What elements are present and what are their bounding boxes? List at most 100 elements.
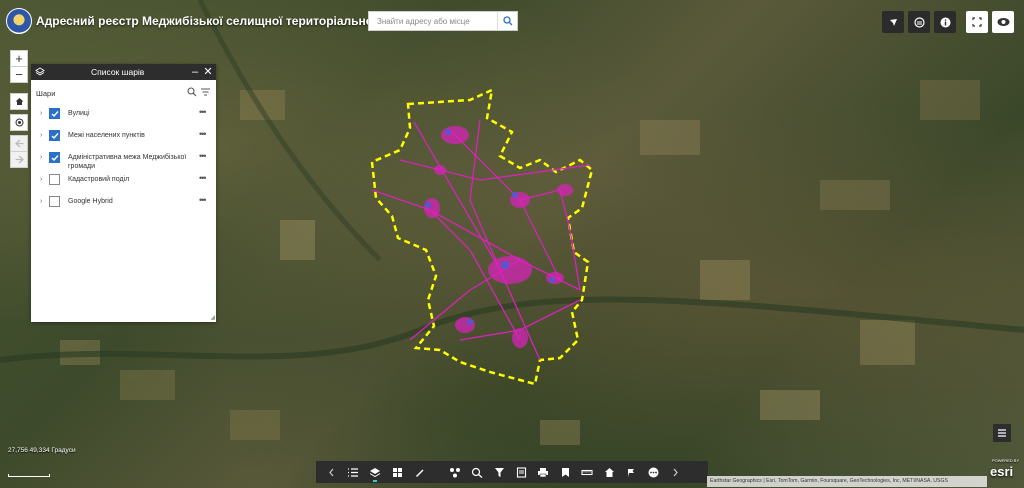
- panel-header: Список шарів – ✕: [31, 64, 216, 80]
- zoom-out-button[interactable]: −: [10, 66, 28, 83]
- layer-item[interactable]: › Кадастровий поділ •••: [31, 170, 216, 192]
- locate-button[interactable]: [10, 114, 28, 131]
- list-icon: [998, 429, 1006, 437]
- layers-label: Шари: [36, 89, 56, 98]
- edit-button[interactable]: [510, 461, 532, 483]
- search-icon: [502, 16, 512, 26]
- layer-options-button[interactable]: •••: [199, 173, 207, 183]
- check-icon: [51, 154, 59, 161]
- layer-options-button[interactable]: •••: [199, 195, 207, 205]
- measure-icon: [581, 469, 593, 475]
- measure-button[interactable]: [576, 461, 598, 483]
- more-icon: [648, 467, 658, 477]
- search-icon[interactable]: [187, 87, 197, 97]
- layer-options-button[interactable]: •••: [199, 151, 207, 161]
- scale-bar: [8, 474, 50, 477]
- filter-options-icon[interactable]: [200, 87, 211, 97]
- layer-checkbox[interactable]: [49, 152, 60, 163]
- expand-icon[interactable]: ›: [40, 132, 42, 139]
- expand-icon[interactable]: ›: [40, 110, 42, 117]
- basemap-icon: [392, 467, 402, 477]
- directions-button[interactable]: [620, 461, 642, 483]
- info-button[interactable]: [934, 11, 956, 33]
- layer-item[interactable]: › Межі населених пунктів •••: [31, 126, 216, 148]
- home-icon: [604, 467, 614, 477]
- minimize-button[interactable]: –: [189, 65, 201, 78]
- expand-icon[interactable]: ›: [40, 198, 42, 205]
- resize-handle[interactable]: ◢: [210, 314, 215, 321]
- check-icon: [51, 132, 59, 139]
- layers-icon: [369, 467, 381, 477]
- layer-checkbox[interactable]: [49, 108, 60, 119]
- more-tools-button[interactable]: [642, 461, 664, 483]
- filter-button[interactable]: [488, 461, 510, 483]
- toolbar-next-button[interactable]: [664, 461, 686, 483]
- layer-list-panel: Список шарів – ✕ Шари › Вулиці ••• › Меж…: [31, 64, 216, 322]
- query-icon: [471, 467, 483, 478]
- close-button[interactable]: ✕: [202, 65, 214, 78]
- toolbar-prev-button[interactable]: [320, 461, 342, 483]
- info-icon: [940, 17, 950, 27]
- compare-button[interactable]: [908, 11, 930, 33]
- next-extent-button[interactable]: [10, 151, 28, 168]
- layer-checkbox[interactable]: [49, 174, 60, 185]
- directions-icon: [627, 468, 634, 477]
- draw-icon: [415, 469, 423, 477]
- layer-name: Вулиці: [68, 110, 90, 117]
- query-button[interactable]: [466, 461, 488, 483]
- print-icon: [538, 467, 548, 477]
- layers-icon: [35, 67, 45, 76]
- chevron-right-icon: [673, 468, 678, 476]
- expand-icon[interactable]: ›: [40, 154, 42, 161]
- draw-button[interactable]: [408, 461, 430, 483]
- bottom-toolbar: [316, 461, 708, 483]
- cursor-button[interactable]: [882, 11, 904, 33]
- basemap-button[interactable]: [386, 461, 408, 483]
- layer-name: Кадастровий поділ: [68, 176, 130, 183]
- print-button[interactable]: [532, 461, 554, 483]
- admin-boundary: [370, 87, 594, 386]
- bookmark-button[interactable]: [554, 461, 576, 483]
- layer-item[interactable]: › Вулиці •••: [31, 104, 216, 126]
- layers-button[interactable]: [364, 461, 386, 483]
- home-icon: [15, 98, 23, 105]
- layer-toggle-button[interactable]: [993, 424, 1011, 442]
- layer-checkbox[interactable]: [49, 196, 60, 207]
- cursor-icon: [889, 18, 897, 26]
- filter-icon: [494, 467, 504, 477]
- fullscreen-button[interactable]: [966, 11, 988, 33]
- layer-name: Межі населених пунктів: [68, 132, 145, 139]
- previous-extent-button[interactable]: [10, 135, 28, 152]
- map-attribution: Earthstar Geographics | Esri, TomTom, Ga…: [707, 476, 987, 487]
- home-extent-button[interactable]: [598, 461, 620, 483]
- layer-item[interactable]: › Адміністративна межа Меджибізької гром…: [31, 148, 216, 170]
- zoom-in-button[interactable]: +: [10, 50, 28, 67]
- check-icon: [51, 110, 59, 117]
- arrow-right-icon: [15, 155, 24, 164]
- layer-item[interactable]: › Google Hybrid •••: [31, 192, 216, 214]
- analysis-button[interactable]: [444, 461, 466, 483]
- search-button[interactable]: [497, 12, 517, 30]
- legend-button[interactable]: [342, 461, 364, 483]
- expand-icon[interactable]: ›: [40, 176, 42, 183]
- layer-checkbox[interactable]: [49, 130, 60, 141]
- chevron-left-icon: [328, 468, 333, 476]
- eye-icon: [997, 18, 1009, 26]
- layer-options-button[interactable]: •••: [199, 107, 207, 117]
- bookmark-icon: [561, 467, 569, 477]
- locate-icon: [15, 118, 23, 127]
- view-button[interactable]: [992, 11, 1014, 33]
- layer-list: › Вулиці ••• › Межі населених пунктів ••…: [31, 104, 216, 214]
- esri-logo: esri: [990, 464, 1014, 479]
- search-box: [368, 11, 518, 31]
- search-input[interactable]: [369, 12, 497, 30]
- layer-name: Адміністративна межа Меджибізької громад…: [68, 154, 187, 170]
- layer-options-button[interactable]: •••: [199, 129, 207, 139]
- compare-icon: [913, 16, 925, 28]
- home-button[interactable]: [10, 93, 28, 110]
- fullscreen-icon: [972, 17, 982, 27]
- arrow-left-icon: [14, 139, 23, 148]
- panel-title: Список шарів: [91, 67, 145, 77]
- community-emblem-logo: [6, 8, 32, 34]
